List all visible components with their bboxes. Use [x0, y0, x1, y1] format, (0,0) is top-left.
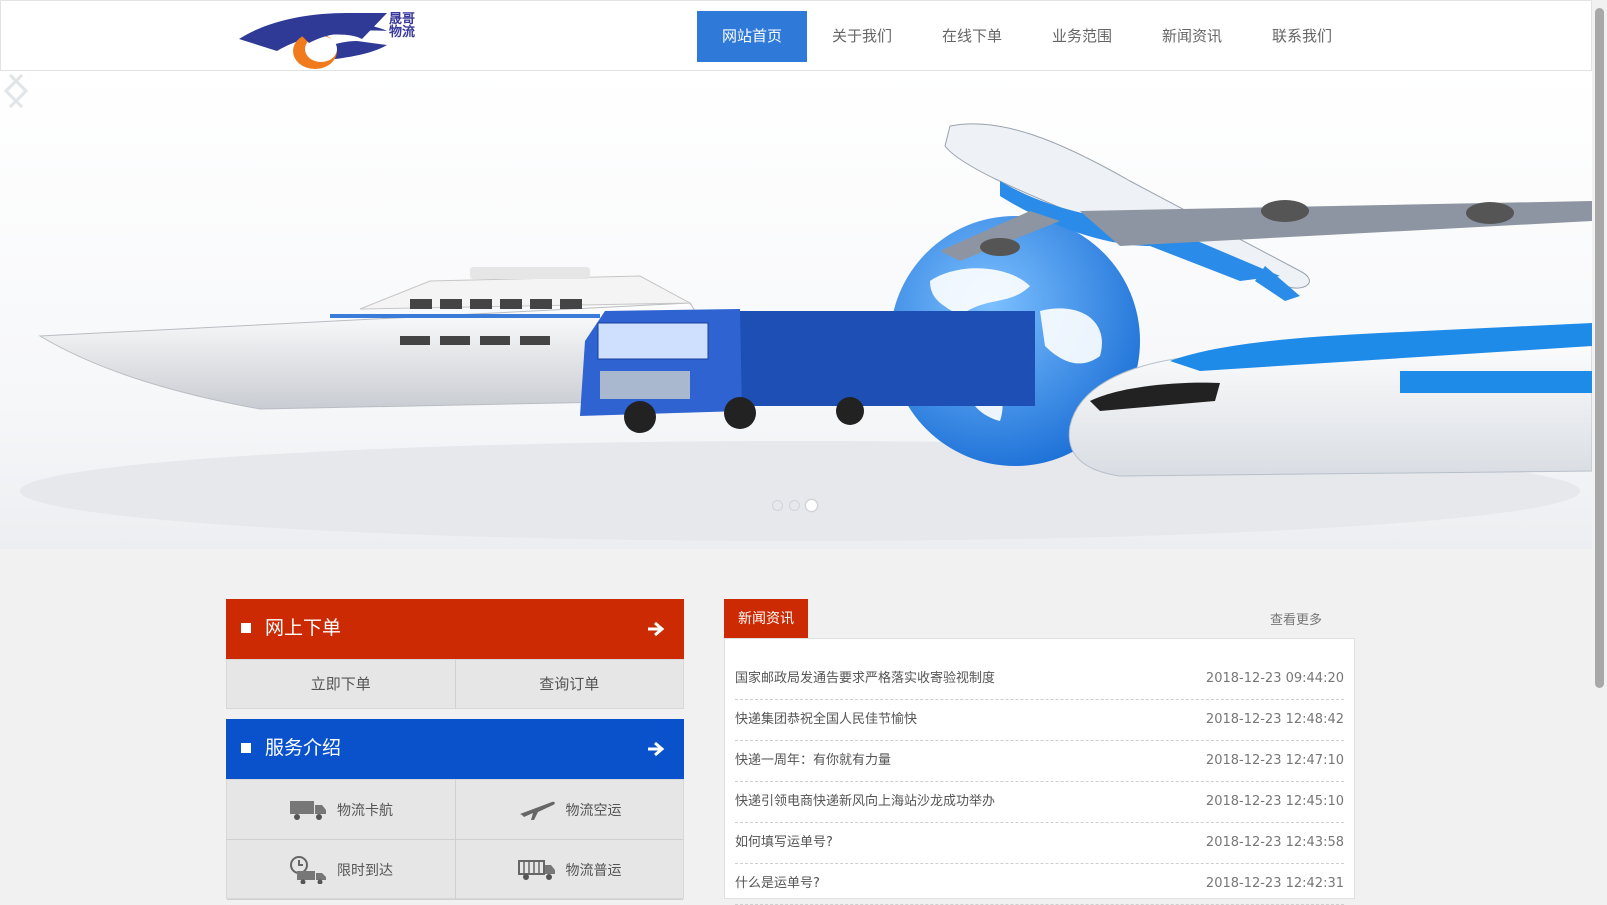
- page-scrollbar[interactable]: [1592, 0, 1607, 882]
- clock-truck-icon: [290, 855, 326, 884]
- service-truck-line[interactable]: 物流卡航: [227, 780, 455, 840]
- service-panel-header[interactable]: 服务介绍: [226, 719, 684, 779]
- train-graphic: [1068, 323, 1592, 477]
- query-order-button[interactable]: 查询订单: [454, 660, 684, 708]
- news-title: 快递一周年：有你就有力量: [735, 753, 892, 768]
- service-timed-delivery[interactable]: 限时到达: [227, 840, 455, 900]
- bullet-square-icon: [241, 743, 251, 753]
- news-date: 2018-12-23 12:42:31: [1205, 876, 1344, 891]
- nav-home[interactable]: 网站首页: [697, 11, 807, 62]
- service-label: 物流普运: [565, 862, 622, 879]
- service-label: 物流空运: [565, 802, 622, 819]
- nav-news[interactable]: 新闻资讯: [1137, 11, 1247, 62]
- nav-contact[interactable]: 联系我们: [1247, 11, 1357, 62]
- slider-dot-1[interactable]: [772, 500, 783, 511]
- hero-banner[interactable]: [0, 71, 1592, 549]
- banner-next-arrow[interactable]: [0, 71, 32, 111]
- news-item[interactable]: 如何填写运单号? 2018-12-23 12:43:58: [735, 823, 1344, 864]
- news-item[interactable]: 快递引领电商快递新风向上海站沙龙成功举办 2018-12-23 12:45:10: [735, 782, 1344, 823]
- service-label: 限时到达: [337, 862, 393, 879]
- service-standard-freight[interactable]: 物流普运: [455, 840, 683, 900]
- arrow-right-icon: [648, 621, 665, 637]
- service-label: 物流卡航: [337, 802, 393, 819]
- service-air-freight[interactable]: 物流空运: [455, 780, 683, 840]
- news-list: 国家邮政局发通告要求严格落实收寄验视制度 2018-12-23 09:44:20…: [735, 659, 1344, 905]
- site-header: 晟哥物流 网站首页 关于我们 在线下单 业务范围 新闻资讯 联系我们: [0, 0, 1592, 71]
- slider-dot-3[interactable]: [806, 500, 817, 511]
- news-date: 2018-12-23 12:43:58: [1205, 835, 1344, 850]
- slider-dot-2[interactable]: [789, 500, 800, 511]
- slider-dots: [772, 500, 817, 511]
- service-grid: 物流卡航 物流空运 限时到达 物流普运: [226, 779, 684, 900]
- place-order-button[interactable]: 立即下单: [227, 660, 455, 708]
- news-panel: 国家邮政局发通告要求严格落实收寄验视制度 2018-12-23 09:44:20…: [724, 639, 1355, 905]
- nav-online-order[interactable]: 在线下单: [917, 11, 1027, 62]
- news-title: 快递集团恭祝全国人民佳节愉快: [735, 712, 918, 727]
- bullet-square-icon: [241, 623, 251, 633]
- arrow-right-icon: [648, 741, 665, 757]
- logo-text: 晟哥物流: [389, 12, 416, 40]
- news-title: 国家邮政局发通告要求严格落实收寄验视制度: [735, 671, 996, 686]
- news-item[interactable]: 什么是运单号? 2018-12-23 12:42:31: [735, 864, 1344, 905]
- news-item[interactable]: 快递一周年：有你就有力量 2018-12-23 12:47:10: [735, 741, 1344, 782]
- freight-truck-icon: [517, 859, 555, 880]
- news-tab[interactable]: 新闻资讯: [724, 599, 808, 639]
- news-date: 2018-12-23 12:47:10: [1205, 753, 1344, 768]
- news-item[interactable]: 快递集团恭祝全国人民佳节愉快 2018-12-23 12:48:42: [735, 700, 1344, 741]
- service-title: 服务介绍: [265, 738, 342, 759]
- nav-about[interactable]: 关于我们: [807, 11, 917, 62]
- scrollbar-thumb[interactable]: [1595, 8, 1604, 688]
- news-more-link[interactable]: 查看更多: [1270, 609, 1322, 628]
- news-title: 快递引领电商快递新风向上海站沙龙成功举办: [735, 794, 996, 809]
- online-order-panel-header[interactable]: 网上下单: [226, 599, 684, 659]
- banner-image: [20, 123, 1592, 541]
- online-order-title: 网上下单: [265, 618, 342, 639]
- airplane-icon: [519, 801, 555, 820]
- news-date: 2018-12-23 12:48:42: [1205, 712, 1344, 727]
- nav-business-scope[interactable]: 业务范围: [1027, 11, 1137, 62]
- news-date: 2018-12-23 12:45:10: [1205, 794, 1344, 809]
- news-title: 如何填写运单号?: [735, 835, 833, 850]
- main-nav: 网站首页 关于我们 在线下单 业务范围 新闻资讯 联系我们: [697, 11, 1357, 62]
- truck-icon: [290, 800, 326, 820]
- news-title: 什么是运单号?: [735, 876, 820, 891]
- order-buttons: 立即下单 查询订单: [226, 659, 684, 709]
- news-item[interactable]: 国家邮政局发通告要求严格落实收寄验视制度 2018-12-23 09:44:20: [735, 659, 1344, 700]
- news-date: 2018-12-23 09:44:20: [1205, 671, 1344, 686]
